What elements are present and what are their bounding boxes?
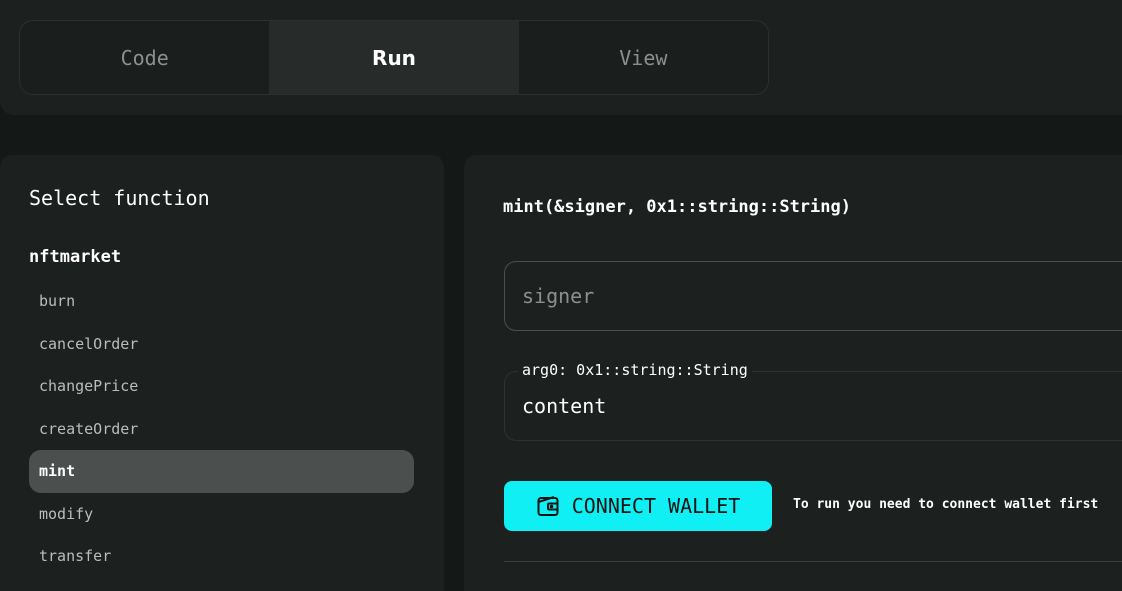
tab-view[interactable]: View <box>519 21 768 94</box>
top-toolbar: Code Run View <box>0 0 1122 115</box>
module-name: nftmarket <box>29 247 122 267</box>
connect-hint: To run you need to connect wallet first <box>793 497 1099 512</box>
panel-title: Select function <box>29 186 210 210</box>
signer-field <box>504 261 1122 331</box>
tab-code[interactable]: Code <box>20 21 269 94</box>
function-item-modify[interactable]: modify <box>29 493 414 536</box>
function-item-mint[interactable]: mint <box>29 450 414 493</box>
mode-tabs: Code Run View <box>19 20 769 95</box>
wallet-icon <box>536 494 560 518</box>
function-item-cancelOrder[interactable]: cancelOrder <box>29 323 414 366</box>
connect-wallet-button[interactable]: CONNECT WALLET <box>504 481 772 531</box>
arg0-label: arg0: 0x1::string::String <box>518 361 752 379</box>
divider <box>504 561 1122 562</box>
signer-input[interactable] <box>505 262 1122 330</box>
function-item-createOrder[interactable]: createOrder <box>29 408 414 451</box>
function-item-changePrice[interactable]: changePrice <box>29 365 414 408</box>
function-item-transfer[interactable]: transfer <box>29 535 414 578</box>
tab-run[interactable]: Run <box>269 21 519 94</box>
connect-wallet-label: CONNECT WALLET <box>571 494 741 518</box>
function-item-burn[interactable]: burn <box>29 280 414 323</box>
arg0-input[interactable] <box>505 372 1122 440</box>
function-list: burn cancelOrder changePrice createOrder… <box>29 280 414 578</box>
function-signature: mint(&signer, 0x1::string::String) <box>503 197 851 217</box>
arg0-field: arg0: 0x1::string::String <box>504 361 1122 441</box>
